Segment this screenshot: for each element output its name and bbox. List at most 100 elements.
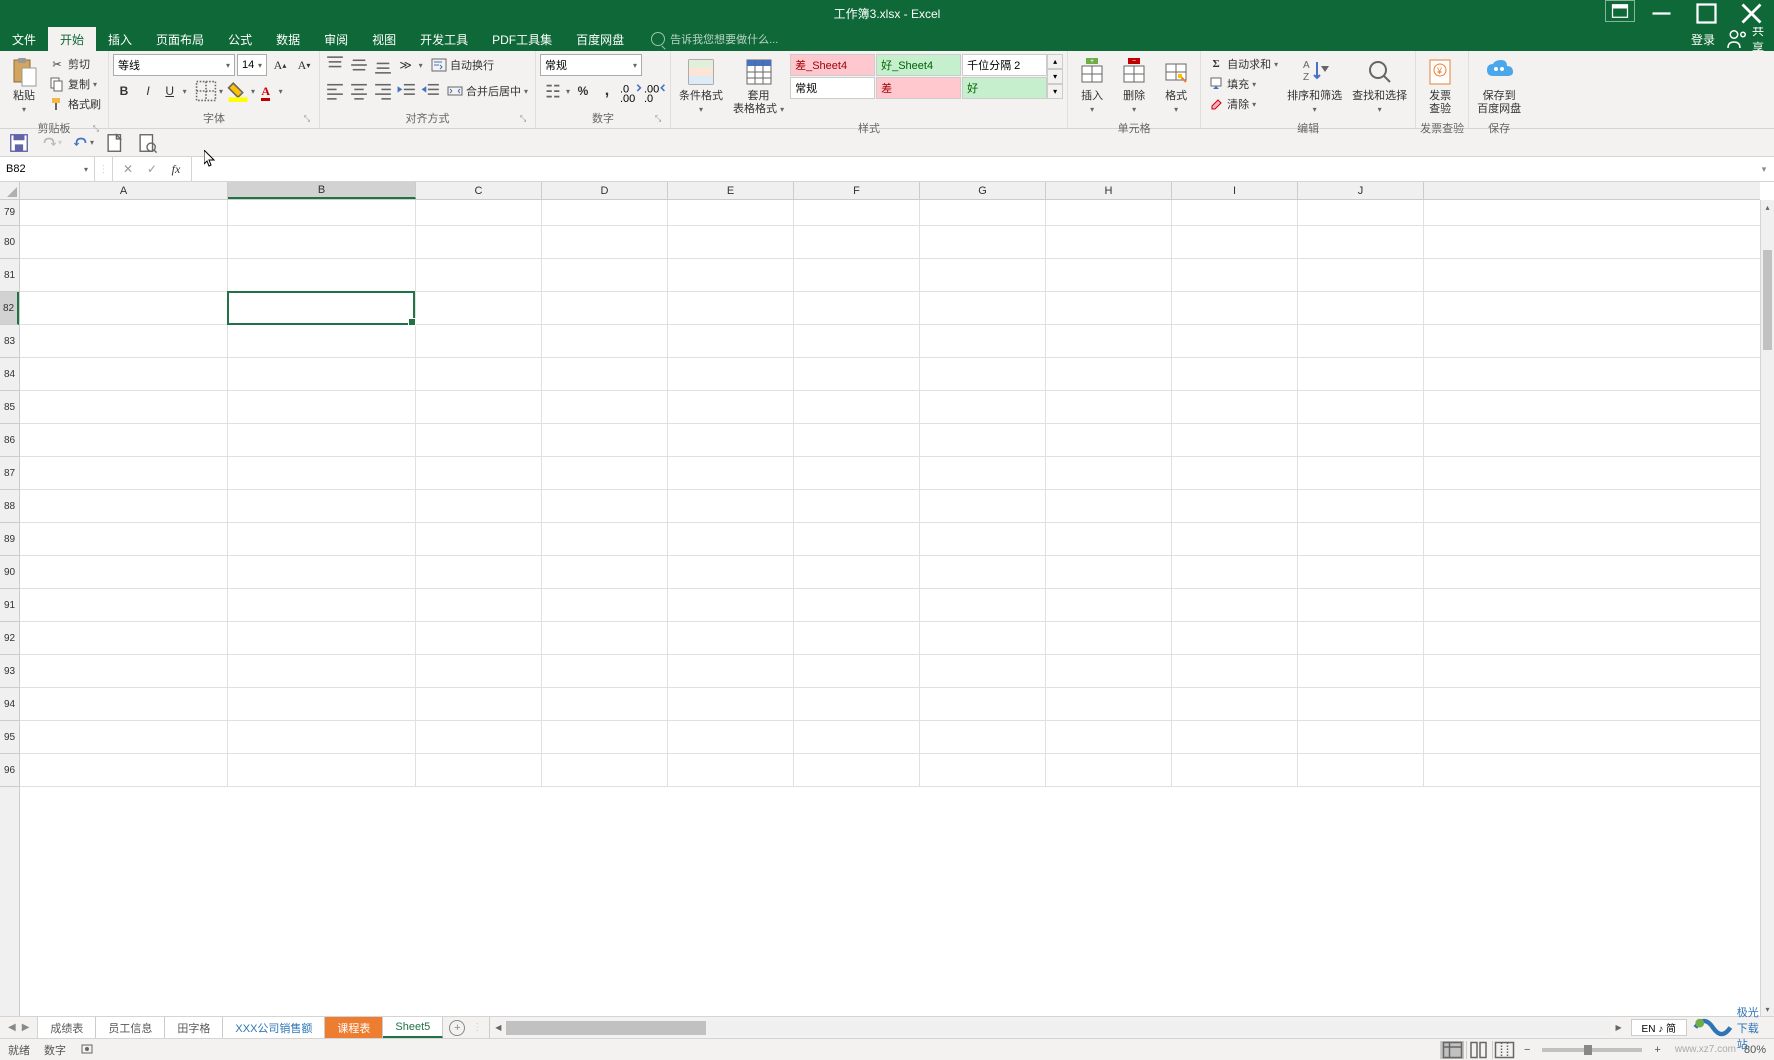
cell-G80[interactable] [920, 226, 1046, 258]
cell-H80[interactable] [1046, 226, 1172, 258]
cells-area[interactable] [20, 200, 1760, 1016]
hscroll-left-button[interactable]: ◀ [490, 1020, 506, 1036]
number-launcher[interactable]: ⤡ [652, 114, 664, 126]
cell-C89[interactable] [416, 523, 542, 555]
cell-G94[interactable] [920, 688, 1046, 720]
alignment-launcher[interactable]: ⤡ [517, 114, 529, 126]
increase-font-button[interactable]: A▴ [269, 54, 291, 76]
tab-formulas[interactable]: 公式 [216, 27, 264, 51]
percent-button[interactable]: % [572, 80, 594, 102]
col-header-D[interactable]: D [542, 182, 668, 199]
cell-A91[interactable] [20, 589, 228, 621]
cell-A87[interactable] [20, 457, 228, 489]
cell-D79[interactable] [542, 200, 668, 225]
cell-G79[interactable] [920, 200, 1046, 225]
cell-B84[interactable] [228, 358, 416, 390]
cell-H88[interactable] [1046, 490, 1172, 522]
cell-B87[interactable] [228, 457, 416, 489]
maximize-button[interactable] [1684, 0, 1729, 27]
row-header-96[interactable]: 96 [0, 754, 19, 787]
cell-C81[interactable] [416, 259, 542, 291]
cell-B80[interactable] [228, 226, 416, 258]
cell-E85[interactable] [668, 391, 794, 423]
cell-H90[interactable] [1046, 556, 1172, 588]
underline-button[interactable]: U▾ [161, 80, 191, 102]
row-header-95[interactable]: 95 [0, 721, 19, 754]
merge-center-button[interactable]: 合并后居中 ▾ [444, 81, 531, 101]
cell-D80[interactable] [542, 226, 668, 258]
cell-A81[interactable] [20, 259, 228, 291]
new-file-button[interactable] [104, 132, 126, 154]
cell-F87[interactable] [794, 457, 920, 489]
cell-E82[interactable] [668, 292, 794, 324]
login-button[interactable]: 登录 [1691, 31, 1715, 48]
cell-F89[interactable] [794, 523, 920, 555]
cell-F83[interactable] [794, 325, 920, 357]
cell-A92[interactable] [20, 622, 228, 654]
wrap-text-button[interactable]: 自动换行 [428, 55, 497, 75]
vertical-scrollbar[interactable]: ▴ ▾ [1760, 200, 1774, 1016]
cell-C87[interactable] [416, 457, 542, 489]
align-bottom-button[interactable] [372, 54, 394, 76]
zoom-slider[interactable] [1542, 1048, 1642, 1052]
cell-A96[interactable] [20, 754, 228, 786]
cell-B89[interactable] [228, 523, 416, 555]
cell-E84[interactable] [668, 358, 794, 390]
cell-H84[interactable] [1046, 358, 1172, 390]
style-bad[interactable]: 差 [876, 77, 961, 99]
tab-page-layout[interactable]: 页面布局 [144, 27, 216, 51]
cell-B83[interactable] [228, 325, 416, 357]
cell-F82[interactable] [794, 292, 920, 324]
autosum-button[interactable]: Σ自动求和 ▾ [1205, 54, 1281, 74]
cell-F80[interactable] [794, 226, 920, 258]
cell-I84[interactable] [1172, 358, 1298, 390]
cell-A88[interactable] [20, 490, 228, 522]
cell-styles-gallery[interactable]: 差_Sheet4 好_Sheet4 千位分隔 2 常规 差 好 [790, 54, 1047, 99]
col-header-I[interactable]: I [1172, 182, 1298, 199]
cell-I87[interactable] [1172, 457, 1298, 489]
cell-I94[interactable] [1172, 688, 1298, 720]
delete-cells-button[interactable]: − 删除▾ [1114, 54, 1154, 118]
sheet-tab-5[interactable]: Sheet5 [383, 1017, 443, 1038]
row-header-79[interactable]: 79 [0, 200, 19, 226]
borders-button[interactable]: ▾ [193, 80, 223, 102]
cell-C84[interactable] [416, 358, 542, 390]
cell-G95[interactable] [920, 721, 1046, 753]
font-name-combo[interactable]: 等线▾ [113, 54, 235, 76]
col-header-E[interactable]: E [668, 182, 794, 199]
cell-A95[interactable] [20, 721, 228, 753]
cell-J88[interactable] [1298, 490, 1424, 522]
cell-H85[interactable] [1046, 391, 1172, 423]
zoom-in-button[interactable]: + [1654, 1044, 1660, 1056]
sort-filter-button[interactable]: AZ 排序和筛选▾ [1283, 54, 1346, 118]
cell-G87[interactable] [920, 457, 1046, 489]
cell-F85[interactable] [794, 391, 920, 423]
format-cells-button[interactable]: 格式▾ [1156, 54, 1196, 118]
sheet-tab-4[interactable]: 课程表 [325, 1017, 383, 1038]
ime-indicator[interactable]: EN ♪ 简 [1631, 1019, 1687, 1036]
cell-I90[interactable] [1172, 556, 1298, 588]
cell-I96[interactable] [1172, 754, 1298, 786]
cell-H89[interactable] [1046, 523, 1172, 555]
cell-B82[interactable] [228, 292, 416, 324]
cell-I80[interactable] [1172, 226, 1298, 258]
tab-file[interactable]: 文件 [0, 27, 48, 51]
cell-I81[interactable] [1172, 259, 1298, 291]
normal-view-button[interactable] [1440, 1041, 1464, 1059]
tab-insert[interactable]: 插入 [96, 27, 144, 51]
cell-J89[interactable] [1298, 523, 1424, 555]
sheet-tab-1[interactable]: 员工信息 [96, 1017, 165, 1038]
copy-button[interactable]: 复制 ▾ [46, 74, 104, 94]
cell-H94[interactable] [1046, 688, 1172, 720]
row-header-88[interactable]: 88 [0, 490, 19, 523]
cell-I89[interactable] [1172, 523, 1298, 555]
tab-pdf-tools[interactable]: PDF工具集 [480, 27, 564, 51]
cell-F79[interactable] [794, 200, 920, 225]
cell-A80[interactable] [20, 226, 228, 258]
cell-E88[interactable] [668, 490, 794, 522]
save-baidu-button[interactable]: 保存到 百度网盘 [1473, 54, 1525, 118]
cell-I92[interactable] [1172, 622, 1298, 654]
cell-D95[interactable] [542, 721, 668, 753]
tab-review[interactable]: 审阅 [312, 27, 360, 51]
page-break-view-button[interactable] [1492, 1041, 1516, 1059]
